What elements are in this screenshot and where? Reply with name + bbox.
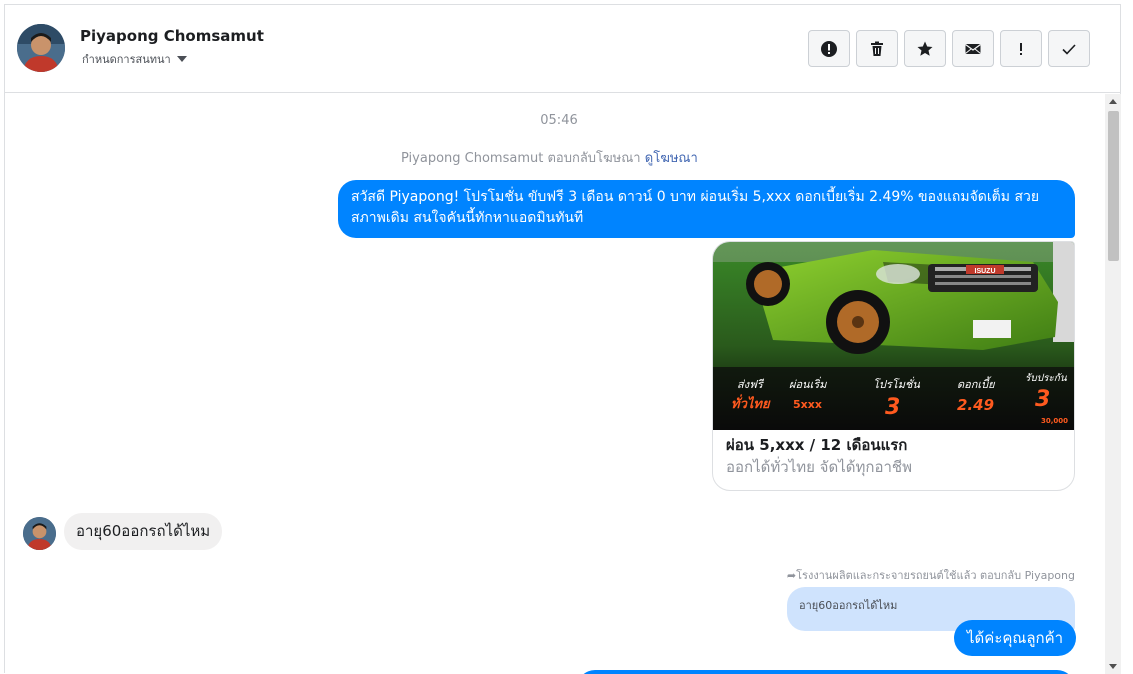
- message-thread: 05:46 Piyapong Chomsamut ตอบกลับโฆษณา ดู…: [5, 94, 1105, 674]
- brand-logo: ISUZU: [975, 268, 996, 275]
- promo-months-label: โปรโมชั่น: [873, 376, 920, 391]
- next-outgoing-message: [577, 670, 1075, 674]
- ad-card-title: ผ่อน 5,xxx / 12 เดือนแรก: [726, 436, 908, 454]
- view-ad-link[interactable]: ดูโฆษณา: [645, 151, 698, 166]
- promo-warranty-sub: 30,000: [1041, 417, 1068, 425]
- mark-unread-button[interactable]: [952, 30, 994, 67]
- reply-message: ได้ค่ะคุณลูกค้า: [954, 620, 1077, 656]
- ad-reply-note: Piyapong Chomsamut ตอบกลับโฆษณา ดูโฆษณา: [401, 147, 698, 168]
- scrollbar[interactable]: [1105, 94, 1121, 674]
- promo-interest-value: 2.49: [957, 396, 994, 414]
- messenger-window: Piyapong Chomsamut กำหนดการสนทนา 05:46 P…: [4, 4, 1121, 674]
- star-icon: [917, 41, 933, 56]
- scroll-down-arrow-icon[interactable]: [1109, 664, 1117, 669]
- scrollbar-thumb[interactable]: [1108, 111, 1119, 261]
- follow-up-button[interactable]: [1000, 30, 1042, 67]
- promo-shipping-value: ทั่วไทย: [731, 394, 771, 412]
- incoming-message: อายุ60ออกรถได้ไหม: [64, 513, 223, 550]
- outgoing-message: สวัสดี Piyapong! โปรโมชั่น ขับฟรี 3 เดือ…: [338, 180, 1075, 238]
- promo-installment-value: 5xxx: [793, 398, 822, 411]
- contact-name[interactable]: Piyapong Chomsamut: [80, 27, 264, 45]
- ad-reply-text: Piyapong Chomsamut ตอบกลับโฆษณา: [401, 151, 641, 166]
- spam-button[interactable]: [808, 30, 850, 67]
- reply-meta-text: โรงงานผลิตและกระจายรถยนต์ใช้แล้ว ตอบกลับ…: [796, 569, 1075, 582]
- promo-interest-label: ดอกเบี้ย: [957, 376, 996, 391]
- avatar[interactable]: [17, 24, 65, 72]
- alert-circle-icon: [821, 40, 837, 57]
- promo-installment-label: ผ่อนเริ่ม: [789, 376, 827, 391]
- sender-avatar: [23, 517, 56, 550]
- promo-shipping-label: ส่งฟรี: [737, 378, 765, 391]
- promo-warranty-label: รับประกัน: [1025, 373, 1068, 384]
- assign-conversation-dropdown[interactable]: กำหนดการสนทนา: [82, 50, 187, 68]
- conversation-header: Piyapong Chomsamut กำหนดการสนทนา: [5, 5, 1120, 93]
- ad-card-subtitle: ออกได้ทั่วไทย จัดได้ทุกอาชีพ: [726, 458, 912, 476]
- message-timestamp: 05:46: [540, 113, 578, 128]
- check-icon: [1062, 43, 1076, 55]
- ad-card[interactable]: ISUZU ส่งฟรี ทั่วไทย ผ่อนเริ่ม 5xxx โปรโ…: [712, 241, 1075, 491]
- star-button[interactable]: [904, 30, 946, 67]
- reply-arrow-icon: ➦: [786, 569, 797, 582]
- assign-label: กำหนดการสนทนา: [82, 53, 171, 66]
- promo-months-value: 3: [885, 395, 900, 420]
- mark-done-button[interactable]: [1048, 30, 1090, 67]
- ad-card-image: ISUZU ส่งฟรี ทั่วไทย ผ่อนเริ่ม 5xxx โปรโ…: [713, 242, 1074, 430]
- delete-button[interactable]: [856, 30, 898, 67]
- caret-down-icon: [176, 56, 187, 62]
- promo-warranty-value: 3: [1035, 387, 1050, 412]
- trash-icon: [871, 41, 883, 56]
- scroll-up-arrow-icon[interactable]: [1109, 99, 1117, 104]
- conversation-toolbar: [808, 30, 1090, 67]
- reply-meta: ➦โรงงานผลิตและกระจายรถยนต์ใช้แล้ว ตอบกลั…: [787, 566, 1075, 584]
- envelope-icon: [965, 43, 981, 54]
- exclamation-icon: [1020, 42, 1022, 55]
